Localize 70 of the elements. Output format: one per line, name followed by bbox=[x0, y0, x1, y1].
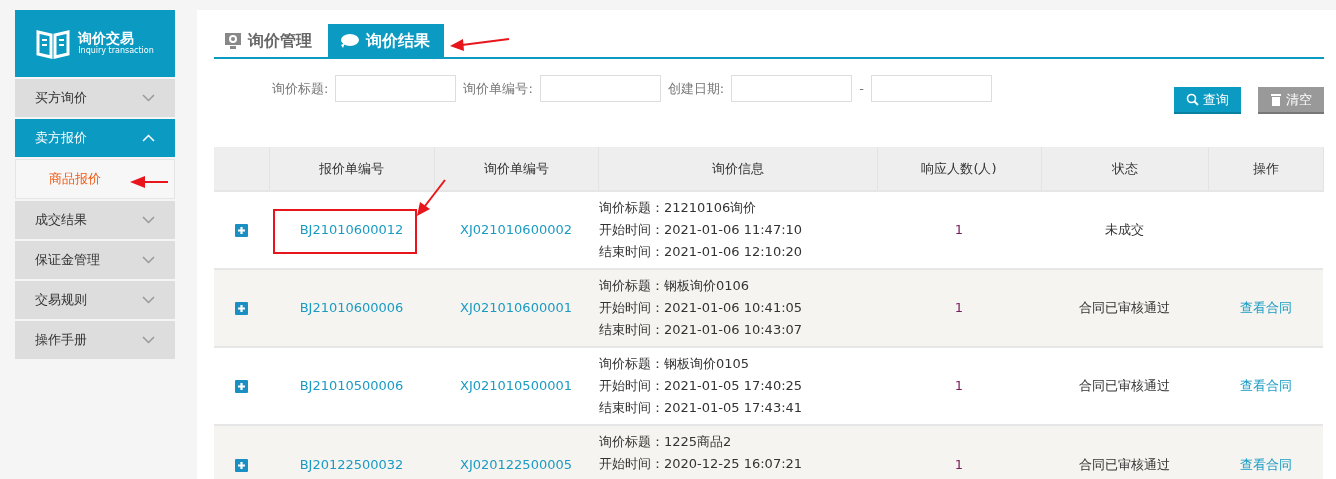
inquiry-number-link[interactable]: XJ021010600002 bbox=[460, 222, 572, 238]
chevron-icon bbox=[142, 94, 155, 102]
table-cell: 合同已审核通过 bbox=[1041, 269, 1208, 347]
logo-title: 询价交易 bbox=[78, 31, 135, 47]
view-contract-link[interactable]: 查看合同 bbox=[1239, 378, 1292, 394]
info-line: 询价标题：21210106询价 bbox=[599, 199, 758, 217]
expand-icon[interactable] bbox=[235, 380, 248, 394]
info-line: 开始时间：2021-01-05 17:40:25 bbox=[599, 377, 804, 395]
table-cell: 1 bbox=[877, 269, 1041, 347]
quote-number-link[interactable]: BJ21010600006 bbox=[299, 300, 404, 316]
quote-number-link[interactable]: BJ20122500032 bbox=[299, 456, 404, 472]
range-separator: - bbox=[859, 79, 864, 98]
tab[interactable]: 询价结果 bbox=[328, 24, 444, 57]
column-header: 响应人数(人) bbox=[877, 147, 1041, 191]
annotation-arrow bbox=[450, 38, 510, 51]
column-header: 询价信息 bbox=[598, 147, 877, 191]
clear-button[interactable]: 清空 bbox=[1257, 87, 1324, 114]
quote-number-link[interactable]: BJ21010600012 bbox=[299, 222, 404, 238]
expand-icon[interactable] bbox=[235, 458, 248, 472]
inquiry-number-link[interactable]: XJ021010500001 bbox=[460, 378, 572, 394]
search-icon bbox=[1185, 93, 1199, 106]
menu-item[interactable]: 买方询价 bbox=[15, 79, 175, 117]
inquiry-number-link[interactable]: XJ021010600001 bbox=[460, 300, 572, 316]
column-header: 状态 bbox=[1041, 147, 1208, 191]
annotation-arrow bbox=[417, 179, 446, 216]
info-line: 结束时间：2021-01-06 12:10:20 bbox=[599, 243, 804, 261]
chevron-icon bbox=[142, 336, 155, 344]
speech-bubble-icon bbox=[338, 32, 360, 49]
search-button[interactable]: 查询 bbox=[1173, 87, 1241, 114]
table-cell: 1 bbox=[877, 425, 1041, 479]
column-header: 操作 bbox=[1208, 147, 1323, 191]
info-line: 结束时间：2021-01-06 10:43:07 bbox=[599, 321, 804, 339]
monitor-icon bbox=[224, 31, 242, 50]
filter-label: 询价标题: bbox=[272, 79, 329, 98]
input-field[interactable] bbox=[731, 75, 853, 102]
info-line: 询价标题：1225商品2 bbox=[599, 433, 733, 451]
filter-label: 询价单编号: bbox=[463, 79, 533, 98]
info-line: 结束时间：2021-01-05 17:43:41 bbox=[599, 399, 804, 417]
input-field[interactable] bbox=[335, 75, 457, 102]
info-line: 询价标题：钢板询价0105 bbox=[599, 355, 751, 373]
menu-item[interactable]: 保证金管理 bbox=[15, 241, 175, 279]
expand-icon[interactable] bbox=[235, 302, 248, 316]
input-field[interactable] bbox=[870, 75, 992, 102]
chevron-icon bbox=[142, 134, 155, 142]
info-line: 询价标题：钢板询价0106 bbox=[599, 277, 751, 295]
chevron-icon bbox=[142, 256, 155, 264]
submenu-item[interactable]: 商品报价 bbox=[15, 159, 175, 199]
view-contract-link[interactable]: 查看合同 bbox=[1239, 300, 1292, 316]
column-header: 报价单编号 bbox=[269, 147, 434, 191]
chevron-icon bbox=[142, 216, 155, 224]
column-header: 询价单编号 bbox=[434, 147, 598, 191]
menu-item[interactable]: 交易规则 bbox=[15, 281, 175, 319]
input-field[interactable] bbox=[539, 75, 661, 102]
chevron-icon bbox=[142, 296, 155, 304]
filter-label: 创建日期: bbox=[667, 79, 725, 98]
menu-item[interactable]: 卖方报价 bbox=[15, 119, 175, 157]
table-cell: 合同已审核通过 bbox=[1041, 425, 1208, 479]
menu-item[interactable]: 操作手册 bbox=[15, 321, 175, 359]
expand-icon[interactable] bbox=[235, 224, 248, 238]
view-contract-link[interactable]: 查看合同 bbox=[1239, 456, 1292, 472]
info-line: 开始时间：2021-01-06 11:47:10 bbox=[599, 221, 804, 239]
info-line: 开始时间：2020-12-25 16:07:21 bbox=[599, 455, 804, 473]
book-icon bbox=[36, 28, 71, 59]
info-line: 开始时间：2021-01-06 10:41:05 bbox=[599, 299, 804, 317]
trash-icon bbox=[1269, 93, 1282, 106]
annotation-arrow bbox=[130, 176, 169, 188]
logo-subtitle: Inquiry transaction bbox=[78, 46, 154, 56]
tab[interactable]: 询价管理 bbox=[214, 24, 326, 57]
menu-item[interactable]: 成交结果 bbox=[15, 201, 175, 239]
quote-number-link[interactable]: BJ21010500006 bbox=[299, 378, 404, 394]
